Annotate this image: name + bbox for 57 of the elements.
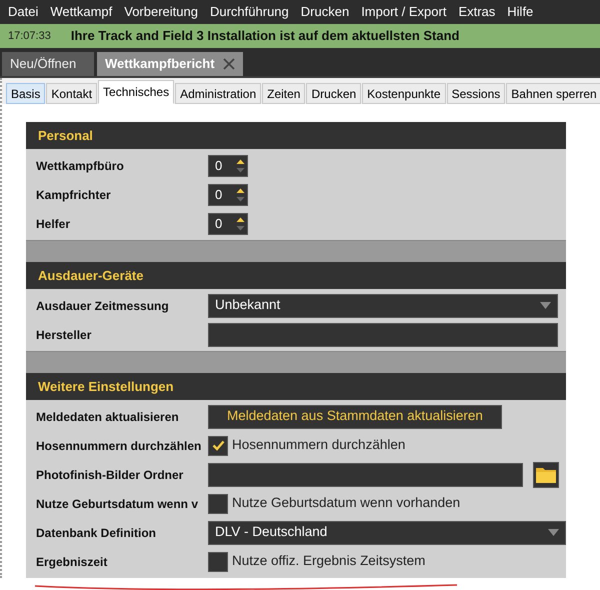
tab[interactable]: Bahnen sperren	[506, 83, 600, 104]
spin-arrows-icon[interactable]	[236, 186, 245, 202]
field-label: Photofinish-Bilder Ordner	[36, 466, 184, 484]
section-title: Ausdauer-Geräte	[38, 266, 144, 285]
caret-icon[interactable]	[548, 529, 559, 536]
spin-arrows-icon[interactable]	[236, 158, 245, 174]
tab[interactable]: Basis	[6, 83, 46, 104]
checkbox-label: Hosennummern durchzählen	[232, 436, 406, 454]
menu-item[interactable]: Durchführung	[204, 2, 295, 22]
menu-item[interactable]: Wettkampf	[44, 2, 118, 22]
field-label: Wettkampfbüro	[36, 158, 125, 174]
field-label: Datenbank Definition	[36, 524, 158, 542]
field-label: Nutze Geburtsdatum wenn v	[36, 496, 200, 512]
folder-button[interactable]	[533, 462, 559, 488]
document-tab[interactable]: Neu/Öffnen	[2, 52, 94, 76]
tab[interactable]: Zeiten	[262, 83, 306, 104]
status-time: 17:07:33	[8, 28, 51, 44]
field-label: Meldedaten aktualisieren	[36, 408, 180, 426]
checkbox[interactable]	[208, 552, 228, 572]
number-spinner[interactable]: 0	[208, 154, 248, 176]
menu-item[interactable]: Vorbereitung	[118, 2, 204, 22]
checkbox[interactable]	[208, 494, 228, 514]
tab[interactable]: Administration	[175, 83, 262, 104]
checkbox[interactable]	[208, 436, 228, 456]
caret-icon[interactable]	[540, 302, 551, 309]
number-spinner[interactable]: 0	[208, 184, 248, 206]
text-input[interactable]	[208, 322, 558, 346]
menu-item[interactable]: Extras	[452, 2, 502, 22]
dropdown[interactable]: DLV - Deutschland	[208, 520, 566, 544]
status-message: Ihre Track and Field 3 Installation ist auf dem aktuellsten Stand	[70, 27, 460, 46]
menu-item[interactable]: Drucken	[294, 2, 356, 22]
folder-icon	[536, 466, 556, 483]
section-title: Weitere Einstellungen	[38, 378, 174, 396]
menu-item[interactable]: Datei	[2, 2, 44, 22]
field-label: Hosennummern durchzählen	[36, 438, 202, 454]
menu-item[interactable]: Import / Export	[355, 2, 452, 22]
dropdown[interactable]: Unbekannt	[208, 294, 558, 318]
section-title: Personal	[38, 126, 93, 145]
tab[interactable]: Technisches	[98, 80, 174, 104]
update-button[interactable]: Meldedaten aus Stammdaten aktualisieren	[208, 404, 502, 428]
tab[interactable]: Drucken	[306, 83, 362, 104]
number-spinner[interactable]: 0	[208, 212, 248, 234]
tab[interactable]: Kontakt	[46, 83, 98, 104]
field-label: Kampfrichter	[36, 186, 112, 204]
checkmark-icon	[212, 440, 224, 451]
tab[interactable]: Kostenpunkte	[362, 83, 446, 104]
spin-arrows-icon[interactable]	[236, 216, 245, 232]
field-label: Helfer	[36, 216, 72, 232]
field-label: Ergebniszeit	[36, 554, 108, 570]
text-input[interactable]	[208, 462, 523, 486]
tab[interactable]: Sessions	[446, 83, 506, 104]
field-label: Ausdauer Zeitmessung	[36, 298, 170, 314]
menu-item[interactable]: Hilfe	[501, 2, 540, 22]
checkbox-label: Nutze offiz. Ergebnis Zeitsystem	[232, 552, 426, 570]
field-label: Hersteller	[36, 326, 92, 344]
close-icon[interactable]	[222, 58, 235, 70]
checkbox-label: Nutze Geburtsdatum wenn vorhanden	[232, 494, 460, 512]
